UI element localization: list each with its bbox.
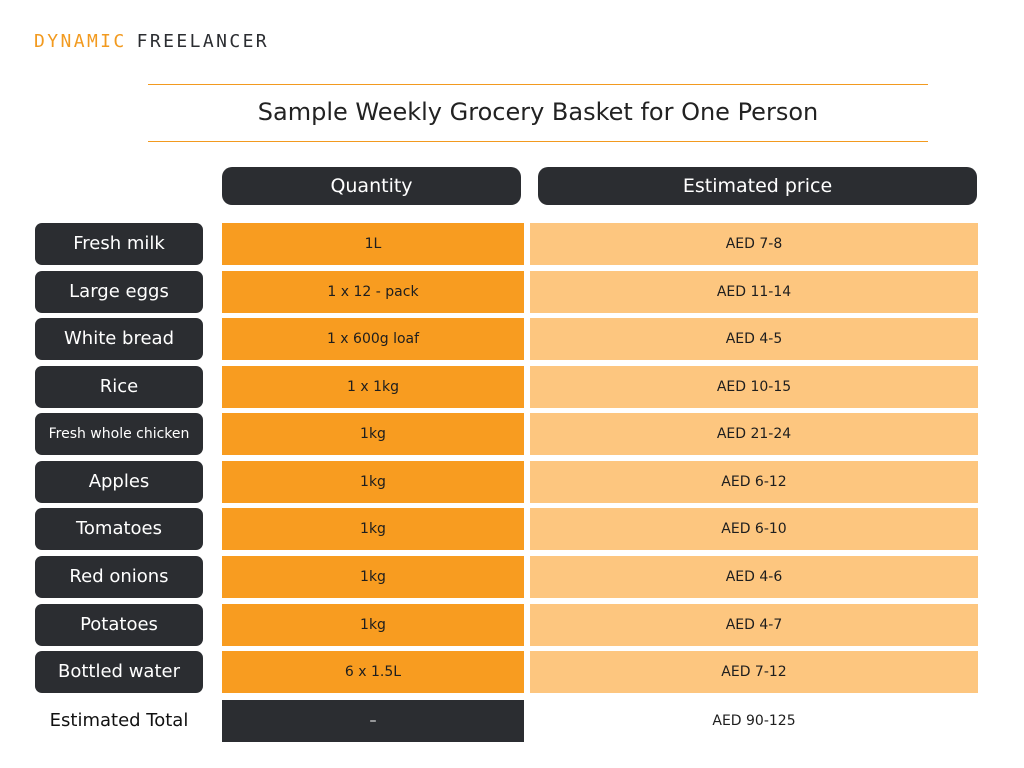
total-price-cell: AED 90-125 [712, 713, 796, 729]
row-quantity-cell: 1 x 600g loaf [222, 318, 524, 360]
row-price-cell: AED 21-24 [530, 413, 978, 455]
brand-logo: DYNAMIC FREELANCER [34, 29, 269, 53]
row-item-label: Apples [35, 461, 203, 503]
row-quantity-cell: 1kg [222, 604, 524, 646]
row-price-cell: AED 6-10 [530, 508, 978, 550]
row-quantity-cell: 1kg [222, 413, 524, 455]
row-quantity-cell: 6 x 1.5L [222, 651, 524, 693]
page-title: Sample Weekly Grocery Basket for One Per… [257, 98, 819, 126]
table-row: Rice 1 x 1kg AED 10-15 [0, 366, 1024, 408]
row-item-label: Fresh milk [35, 223, 203, 265]
table-row: Large eggs 1 x 12 - pack AED 11-14 [0, 271, 1024, 313]
row-item-label: Potatoes [35, 604, 203, 646]
column-header-price: Estimated price [538, 167, 977, 205]
table-row: White bread 1 x 600g loaf AED 4-5 [0, 318, 1024, 360]
row-item-label: Red onions [35, 556, 203, 598]
row-quantity-cell: 1kg [222, 508, 524, 550]
title-rule-bottom [148, 141, 928, 142]
row-item-label: Fresh whole chicken [35, 413, 203, 455]
row-quantity-cell: 1 x 12 - pack [222, 271, 524, 313]
row-quantity-cell: 1L [222, 223, 524, 265]
table-row: Bottled water 6 x 1.5L AED 7-12 [0, 651, 1024, 693]
table-row: Fresh whole chicken 1kg AED 21-24 [0, 413, 1024, 455]
row-item-label: Large eggs [35, 271, 203, 313]
row-price-cell: AED 4-6 [530, 556, 978, 598]
table-row: Fresh milk 1L AED 7-8 [0, 223, 1024, 265]
row-price-cell: AED 4-7 [530, 604, 978, 646]
brand-logo-part2: FREELANCER [136, 30, 270, 52]
table-row: Red onions 1kg AED 4-6 [0, 556, 1024, 598]
row-item-label: Tomatoes [35, 508, 203, 550]
row-price-cell: AED 7-12 [530, 651, 978, 693]
row-price-cell: AED 11-14 [530, 271, 978, 313]
table-row: Potatoes 1kg AED 4-7 [0, 604, 1024, 646]
column-header-quantity: Quantity [222, 167, 521, 205]
row-price-cell: AED 10-15 [530, 366, 978, 408]
row-item-label: Rice [35, 366, 203, 408]
brand-logo-part1: DYNAMIC [34, 30, 127, 52]
row-item-label: Bottled water [35, 651, 203, 693]
total-label: Estimated Total [49, 710, 189, 731]
row-item-label: White bread [35, 318, 203, 360]
total-quantity-cell: – [222, 700, 524, 742]
row-quantity-cell: 1 x 1kg [222, 366, 524, 408]
title-rule-top [148, 84, 928, 85]
table-row: Apples 1kg AED 6-12 [0, 461, 1024, 503]
row-price-cell: AED 6-12 [530, 461, 978, 503]
row-quantity-cell: 1kg [222, 461, 524, 503]
row-quantity-cell: 1kg [222, 556, 524, 598]
row-price-cell: AED 4-5 [530, 318, 978, 360]
table-row: Tomatoes 1kg AED 6-10 [0, 508, 1024, 550]
row-price-cell: AED 7-8 [530, 223, 978, 265]
